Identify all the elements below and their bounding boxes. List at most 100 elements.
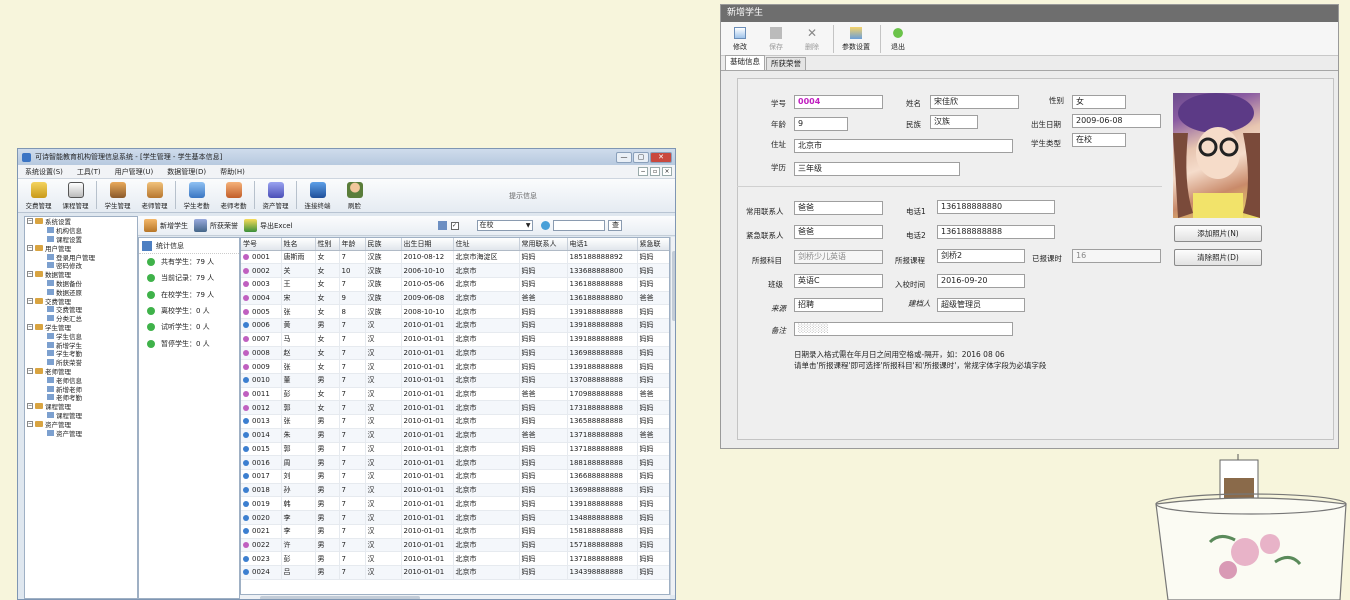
- tree-item[interactable]: 分类汇总: [25, 314, 137, 323]
- table-row[interactable]: 0016 周 男 7 汉 2010-01-01 北京市 妈妈 188188888888 妈妈: [241, 455, 669, 470]
- collapse-icon[interactable]: −: [27, 420, 33, 427]
- table-row[interactable]: 0004 宋 女 9 汉族 2009-06-08 北京市 爸爸 136188888880 爸爸: [241, 291, 669, 306]
- table-row[interactable]: 0020 李 男 7 汉 2010-01-01 北京市 妈妈 134888888888 妈妈: [241, 510, 669, 525]
- table-row[interactable]: 0024 吕 男 7 汉 2010-01-01 北京市 妈妈 134398888888 妈妈: [241, 565, 669, 580]
- stat-item[interactable]: 试听学生：0 人: [139, 319, 239, 335]
- honor-button[interactable]: 所获荣誉: [194, 219, 238, 232]
- edit-button[interactable]: 修改: [733, 27, 747, 52]
- table-row[interactable]: 0002 关 女 10 汉族 2006-10-10 北京市 妈妈 133688888800 妈妈: [241, 263, 669, 278]
- column-header[interactable]: 民族: [365, 238, 402, 251]
- close-button[interactable]: ✕: [650, 151, 672, 163]
- main-window-titlebar[interactable]: 可诗智能教育机构管理信息系统 - [学生管理 - 学生基本信息] — ▢ ✕: [18, 149, 675, 165]
- hours-field[interactable]: 16: [1072, 249, 1161, 263]
- remark-field[interactable]: ░░░░░: [794, 322, 1013, 336]
- add-photo-button[interactable]: 添加照片(N): [1174, 225, 1262, 242]
- collapse-icon[interactable]: −: [27, 403, 33, 410]
- add-student-title[interactable]: 新增学生: [721, 5, 1338, 22]
- status-filter-select[interactable]: 在校 ▼: [476, 220, 533, 231]
- tree-item[interactable]: 所获荣誉: [25, 358, 137, 367]
- menu-tools[interactable]: 工具(T): [77, 167, 101, 177]
- save-button[interactable]: 保存: [769, 27, 783, 52]
- age-field[interactable]: 9: [794, 117, 848, 131]
- table-row[interactable]: 0012 郭 女 7 汉 2010-01-01 北京市 妈妈 173188888888 妈妈: [241, 400, 669, 416]
- mdi-close-button[interactable]: ×: [662, 167, 672, 176]
- tree-item[interactable]: 老师考勤: [25, 393, 137, 402]
- mdi-restore-button[interactable]: ▫: [650, 167, 660, 176]
- mdi-minimize-button[interactable]: −: [638, 167, 648, 176]
- phone2-field[interactable]: 136188888888: [937, 225, 1055, 239]
- source-field[interactable]: 招聘: [794, 298, 883, 312]
- column-header[interactable]: 常用联系人: [519, 238, 568, 251]
- class-field[interactable]: 英语C: [794, 274, 883, 288]
- tree-item[interactable]: 密码修改: [25, 261, 137, 270]
- table-row[interactable]: 0005 张 女 8 汉族 2008-10-10 北京市 妈妈 139188888888 妈妈: [241, 304, 669, 320]
- teacher-button[interactable]: 老师管理: [136, 182, 173, 210]
- column-header[interactable]: 住址: [453, 238, 520, 251]
- column-header[interactable]: 紧急联: [637, 238, 669, 251]
- table-row[interactable]: 0001 唐斯雨 女 7 汉族 2010-08-12 北京市海淀区 妈妈 18518888889…: [241, 250, 669, 265]
- phone1-field[interactable]: 136188888880: [937, 200, 1055, 214]
- stat-item[interactable]: 离校学生：0 人: [139, 303, 239, 319]
- search-button[interactable]: 查: [607, 220, 622, 231]
- search-input[interactable]: [552, 220, 605, 231]
- face-button[interactable]: 刷脸: [336, 182, 373, 210]
- fee-button[interactable]: 交费管理: [20, 182, 57, 210]
- collapse-icon[interactable]: −: [27, 244, 33, 251]
- teacher-attendance-button[interactable]: 老师考勤: [215, 182, 252, 210]
- contact-field[interactable]: 爸爸: [794, 201, 883, 215]
- education-field[interactable]: 三年级: [794, 162, 960, 176]
- table-row[interactable]: 0023 彭 男 7 汉 2010-01-01 北京市 妈妈 137188888888 妈妈: [241, 551, 669, 567]
- scroll-thumb[interactable]: [672, 251, 675, 321]
- handler-field[interactable]: 超级管理员: [937, 298, 1025, 312]
- student-attendance-button[interactable]: 学生考勤: [178, 182, 215, 210]
- course-button[interactable]: 课程管理: [57, 182, 94, 210]
- table-row[interactable]: 0003 王 女 7 汉族 2010-05-06 北京市 妈妈 136188888888 妈妈: [241, 277, 669, 292]
- add-student-button[interactable]: 新增学生: [144, 219, 188, 232]
- menu-data[interactable]: 数据管理(D): [167, 167, 206, 177]
- table-row[interactable]: 0010 董 男 7 汉 2010-01-01 北京市 妈妈 137088888888 妈妈: [241, 373, 669, 388]
- column-header[interactable]: 电话1: [567, 238, 638, 251]
- collapse-icon[interactable]: −: [27, 218, 33, 225]
- asset-button[interactable]: 资产管理: [257, 182, 294, 210]
- horizontal-scrollbar[interactable]: [240, 595, 670, 599]
- tree-item[interactable]: 课程设置: [25, 235, 137, 244]
- name-field[interactable]: 宋佳欣: [930, 95, 1019, 109]
- birth-field[interactable]: 2009-06-08: [1072, 114, 1161, 128]
- table-row[interactable]: 0021 李 男 7 汉 2010-01-01 北京市 妈妈 158188888888 妈妈: [241, 524, 669, 539]
- stat-item[interactable]: 当前记录：79 人: [139, 270, 239, 286]
- clear-photo-button[interactable]: 清除照片(D): [1174, 249, 1262, 266]
- delete-button[interactable]: ✕ 删除: [805, 27, 819, 52]
- column-header[interactable]: 年龄: [339, 238, 366, 251]
- menu-system[interactable]: 系统设置(S): [25, 167, 63, 177]
- collapse-icon[interactable]: −: [27, 297, 33, 304]
- address-field[interactable]: 北京市: [794, 139, 1013, 153]
- column-header[interactable]: 性别: [315, 238, 340, 251]
- table-row[interactable]: 0008 赵 女 7 汉 2010-01-01 北京市 妈妈 136988888888 妈妈: [241, 346, 669, 361]
- tree-item[interactable]: 课程管理: [25, 411, 137, 420]
- table-row[interactable]: 0013 张 男 7 汉 2010-01-01 北京市 妈妈 136588888888 妈妈: [241, 414, 669, 429]
- collapse-icon[interactable]: −: [27, 367, 33, 374]
- list-icon[interactable]: [437, 221, 447, 230]
- settings-button[interactable]: 参数设置: [842, 27, 870, 52]
- column-header[interactable]: 出生日期: [401, 238, 454, 251]
- nation-field[interactable]: 汉族: [930, 115, 978, 129]
- tab-basic-info[interactable]: 基础信息: [725, 55, 765, 70]
- student-type-field[interactable]: 在校: [1072, 133, 1126, 147]
- table-row[interactable]: 0022 许 男 7 汉 2010-01-01 北京市 妈妈 157188888888 妈妈: [241, 538, 669, 553]
- table-row[interactable]: 0019 韩 男 7 汉 2010-01-01 北京市 妈妈 139188888888 妈妈: [241, 496, 669, 512]
- maximize-button[interactable]: ▢: [633, 151, 649, 163]
- collapse-icon[interactable]: −: [27, 271, 33, 278]
- terminal-button[interactable]: 连接终端: [299, 182, 336, 210]
- table-row[interactable]: 0017 刘 男 7 汉 2010-01-01 北京市 妈妈 136688888888 妈妈: [241, 469, 669, 484]
- table-row[interactable]: 0014 朱 男 7 汉 2010-01-01 北京市 爸爸 137188888888 爸爸: [241, 428, 669, 443]
- student-button[interactable]: 学生管理: [99, 182, 136, 210]
- table-row[interactable]: 0015 郭 男 7 汉 2010-01-01 北京市 妈妈 137188888888 妈妈: [241, 442, 669, 457]
- table-row[interactable]: 0006 黄 男 7 汉 2010-01-01 北京市 妈妈 139188888888 妈妈: [241, 318, 669, 333]
- gender-field[interactable]: 女: [1072, 95, 1126, 109]
- column-header[interactable]: 学号: [241, 238, 282, 251]
- tree-item[interactable]: 数据还原: [25, 287, 137, 297]
- enroll-field[interactable]: 2016-09-20: [937, 274, 1025, 288]
- export-excel-button[interactable]: 导出Excel: [244, 219, 293, 232]
- table-row[interactable]: 0009 张 女 7 汉 2010-01-01 北京市 妈妈 139188888888 妈妈: [241, 359, 669, 374]
- filter-checkbox[interactable]: ✓: [450, 221, 459, 230]
